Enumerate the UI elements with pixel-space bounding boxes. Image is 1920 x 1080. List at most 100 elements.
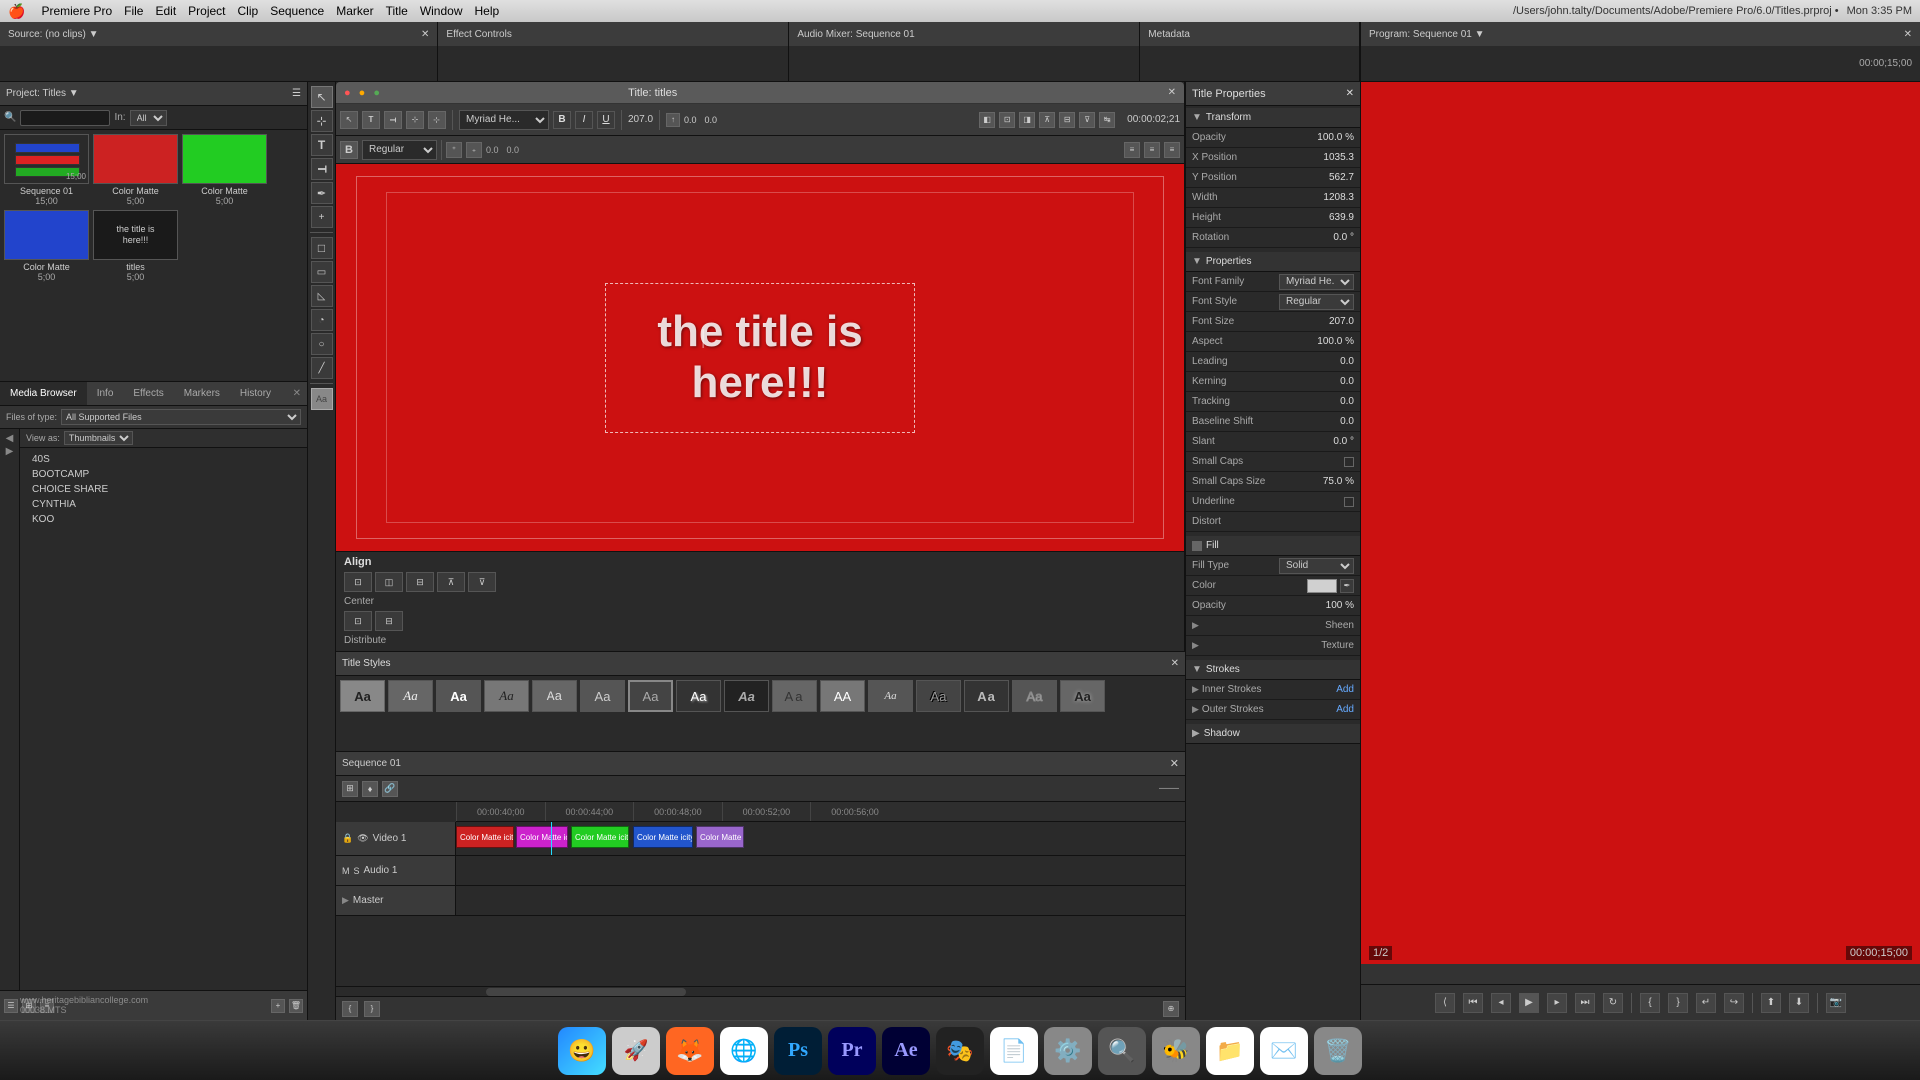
tl-snap[interactable]: ⊞	[342, 781, 358, 797]
dock-trash[interactable]: 🗑️	[1314, 1027, 1362, 1075]
center-h-btn[interactable]: ⊡	[344, 611, 372, 631]
loop-btn[interactable]: ↻	[1603, 993, 1623, 1013]
menu-window[interactable]: Window	[420, 4, 463, 18]
text-selection-box[interactable]: the title is here!!!	[605, 283, 915, 433]
dock-sysprefs[interactable]: ⚙️	[1044, 1027, 1092, 1075]
transform-header[interactable]: ▼ Transform	[1186, 108, 1360, 128]
tb-select[interactable]: ↖	[340, 111, 358, 129]
style-14[interactable]: Aa	[964, 680, 1009, 712]
dock-finder[interactable]: 😀	[558, 1027, 606, 1075]
sheen-triangle[interactable]: ▶	[1192, 620, 1199, 631]
fill-type-select[interactable]: Solid	[1279, 558, 1354, 574]
underline-btn[interactable]: U	[597, 111, 615, 129]
style-swatch-tool[interactable]: Aa	[311, 388, 333, 410]
metadata-tab[interactable]: Metadata	[1140, 22, 1359, 46]
tab-effects[interactable]: Effects	[123, 382, 173, 405]
tb-sub[interactable]: ₊	[466, 142, 482, 158]
project-menu-btn[interactable]: ☰	[292, 88, 301, 99]
align-btn-5[interactable]: ⊽	[468, 572, 496, 592]
monitor-progress-bar[interactable]	[1361, 964, 1920, 984]
dock-mail[interactable]: ✉️	[1260, 1027, 1308, 1075]
timeline-close[interactable]: ✕	[1170, 757, 1179, 770]
properties-section-header[interactable]: ▼ Properties	[1186, 252, 1360, 272]
align-btn-2[interactable]: ◫	[375, 572, 403, 592]
styles-close[interactable]: ✕	[1171, 658, 1179, 669]
tb-super[interactable]: ⁺	[446, 142, 462, 158]
style-8[interactable]: Aa	[676, 680, 721, 712]
strokes-header[interactable]: ▼ Strokes	[1186, 660, 1360, 680]
ellipse-tool[interactable]: ○	[311, 333, 333, 355]
shadow-header[interactable]: ▶ Shadow	[1186, 724, 1360, 744]
add-anchor[interactable]: +	[311, 206, 333, 228]
menu-help[interactable]: Help	[475, 4, 500, 18]
tb-type[interactable]: T	[362, 111, 380, 129]
texture-triangle[interactable]: ▶	[1192, 640, 1199, 651]
font-family-select[interactable]: Myriad He...	[459, 110, 549, 130]
app-name[interactable]: Premiere Pro	[41, 4, 112, 18]
audio-track-content[interactable]	[456, 856, 1185, 885]
menu-title[interactable]: Title	[386, 4, 408, 18]
tb-type2[interactable]: T	[384, 111, 402, 129]
dock-finder2[interactable]: 🐝	[1152, 1027, 1200, 1075]
italic-btn[interactable]: I	[575, 111, 593, 129]
ff-value-select[interactable]: Myriad He...	[1279, 274, 1354, 290]
underline-checkbox[interactable]	[1344, 497, 1354, 507]
style-16[interactable]: Aa	[1060, 680, 1105, 712]
style-13[interactable]: Aa	[916, 680, 961, 712]
justify-left[interactable]: ≡	[1124, 142, 1140, 158]
color-swatch[interactable]	[1307, 579, 1337, 593]
rounded-rect[interactable]: ▭	[311, 261, 333, 283]
prev-frame[interactable]: ⟨	[1435, 993, 1455, 1013]
style-12[interactable]: Aa	[868, 680, 913, 712]
source-close[interactable]: ✕	[421, 29, 429, 40]
title-window-close-x[interactable]: ✕	[1168, 87, 1176, 98]
tab-info[interactable]: Info	[87, 382, 124, 405]
align-left[interactable]: ◧	[979, 112, 995, 128]
goto-out[interactable]: ↪	[1724, 993, 1744, 1013]
tab-media-browser[interactable]: Media Browser	[0, 382, 87, 405]
video-track-eye[interactable]: 👁	[357, 833, 368, 844]
dock-spotlight[interactable]: 🔍	[1098, 1027, 1146, 1075]
tl-zoom-fit[interactable]: ⊕	[1163, 1001, 1179, 1017]
menu-marker[interactable]: Marker	[336, 4, 373, 18]
arc-tool[interactable]: ◔	[311, 309, 333, 331]
apple-menu[interactable]: 🍎	[8, 3, 25, 20]
align-btn-3[interactable]: ⊟	[406, 572, 434, 592]
goto-in[interactable]: ↵	[1696, 993, 1716, 1013]
style-9[interactable]: Aa	[724, 680, 769, 712]
selection-tool[interactable]: ↖	[311, 86, 333, 108]
justify-center[interactable]: ≡	[1144, 142, 1160, 158]
menu-sequence[interactable]: Sequence	[270, 4, 324, 18]
timeline-seq-tab[interactable]: Sequence 01	[342, 758, 401, 769]
folder-cynthia[interactable]: CYNTHIA	[24, 497, 303, 512]
mb-arrow-left[interactable]: ◀	[6, 433, 14, 444]
dock-enc[interactable]: 🎭	[936, 1027, 984, 1075]
outer-add-btn[interactable]: Add	[1336, 704, 1354, 715]
project-item-titles[interactable]: the title ishere!!! titles 5;00	[93, 210, 178, 282]
project-item-red-matte[interactable]: Color Matte 5;00	[93, 134, 178, 206]
props-close[interactable]: ✕	[1346, 88, 1354, 99]
dock-ps[interactable]: Ps	[774, 1027, 822, 1075]
fill-checkbox[interactable]	[1192, 541, 1202, 551]
master-track-content[interactable]	[456, 886, 1185, 915]
inner-add-btn[interactable]: Add	[1336, 684, 1354, 695]
style-6[interactable]: Aa	[580, 680, 625, 712]
extract-btn[interactable]: ⬇	[1789, 993, 1809, 1013]
delete-icon[interactable]: 🗑	[289, 999, 303, 1013]
lift-btn[interactable]: ⬆	[1761, 993, 1781, 1013]
view-as-select[interactable]: Thumbnails	[64, 431, 133, 445]
dock-chrome[interactable]: 🌐	[720, 1027, 768, 1075]
align-top[interactable]: ⊼	[1039, 112, 1055, 128]
style-1[interactable]: Aa	[340, 680, 385, 712]
fill-header[interactable]: Fill	[1186, 536, 1360, 556]
timeline-scrollbar[interactable]	[336, 986, 1185, 996]
dock-itunes[interactable]: 📁	[1206, 1027, 1254, 1075]
menu-project[interactable]: Project	[188, 4, 225, 18]
program-monitor-tab[interactable]: Program: Sequence 01 ▼ ✕	[1361, 22, 1920, 46]
dock-launchpad[interactable]: 🚀	[612, 1027, 660, 1075]
project-in-select[interactable]: All	[130, 110, 167, 126]
bottom-tabs-close[interactable]: ✕	[287, 388, 307, 399]
tab-history[interactable]: History	[230, 382, 281, 405]
rect-tool[interactable]: □	[311, 237, 333, 259]
kern-minus[interactable]: ↑	[666, 113, 680, 127]
